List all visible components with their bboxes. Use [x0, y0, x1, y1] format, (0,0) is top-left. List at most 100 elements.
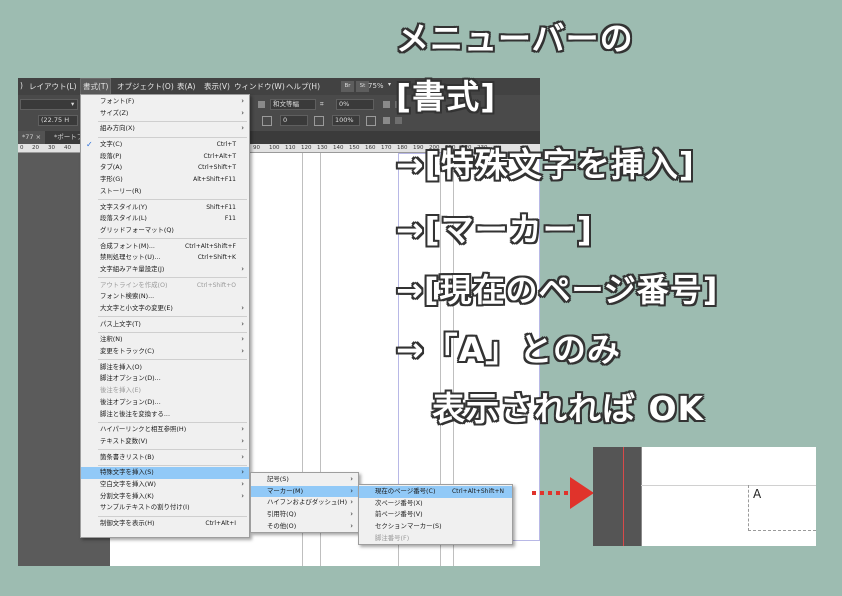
submenu-arrow-icon: › [350, 510, 353, 519]
menu-item-orientation[interactable]: 組み方向(X) › [81, 123, 249, 135]
swatch-icon[interactable] [383, 117, 390, 124]
menu-item-font[interactable]: フォント(F) › [81, 96, 249, 108]
menu-item-current-page-number[interactable]: 現在のページ番号(C) Ctrl+Alt+Shift+N [359, 486, 512, 498]
submenu-arrow-icon: › [241, 124, 244, 133]
menu-item-insert-white-space[interactable]: 空白文字を挿入(W) › [81, 479, 249, 491]
bridge-button[interactable]: Br [341, 81, 354, 92]
menu-item-insert-special-character[interactable]: 特殊文字を挿入(S) › [81, 467, 249, 479]
mojikumi-field[interactable]: 和文等幅 [270, 99, 316, 110]
annotation-line-2: [書式] [396, 77, 497, 116]
menu-item-paragraph-styles[interactable]: 段落スタイル(L) F11 [81, 213, 249, 225]
menu-object[interactable]: オブジェクト(O) [117, 81, 174, 92]
menu-separator [98, 449, 247, 451]
menu-separator [98, 464, 247, 466]
menu-item-insert-footnote[interactable]: 脚注を挿入(O) [81, 362, 249, 374]
menu-item-mojikumi[interactable]: 文字組みアキ量設定(J) › [81, 264, 249, 276]
menu-item-track-changes[interactable]: 変更をトラック(C) › [81, 346, 249, 358]
submenu-arrow-icon: › [241, 436, 244, 445]
menu-dropdown-arrow-icon[interactable]: ) [20, 81, 23, 90]
font-family-field[interactable] [20, 99, 78, 110]
menu-item-insert-break-character[interactable]: 分割文字を挿入(K) › [81, 491, 249, 503]
submenu-arrow-icon: › [350, 475, 353, 483]
submenu-arrow-icon: › [350, 521, 353, 530]
page-number-marker: A [753, 487, 762, 501]
menu-item-story[interactable]: ストーリー(R) [81, 186, 249, 198]
menu-item-composite-fonts[interactable]: 合成フォント(M)... Ctrl+Alt+Shift+F [81, 241, 249, 253]
annotation-line-6: →「A」とのみ [396, 330, 621, 369]
menu-view[interactable]: 表示(V) [204, 81, 230, 92]
menu-item-bulleted-lists[interactable]: 箇条書きリスト(B) › [81, 452, 249, 464]
page-number-preview: A [593, 447, 816, 546]
annotation-line-4: →[マーカー] [396, 210, 593, 249]
menu-item-footnote-number: 脚注番号(F) [375, 533, 410, 542]
menu-format[interactable]: 書式(T) [79, 78, 112, 95]
submenu-arrow-icon: › [241, 479, 244, 488]
submenu-arrow-icon: › [350, 486, 353, 495]
menu-item-glyphs[interactable]: 字形(G) Alt+Shift+F11 [81, 174, 249, 186]
menu-item-create-outlines: アウトラインを作成(O) Ctrl+Shift+O [100, 280, 236, 289]
menu-item-hyphens-dashes[interactable]: ハイフンおよびダッシュ(H) › [251, 497, 358, 509]
menu-item-convert-notes[interactable]: 脚注と後注を変換する... [81, 409, 249, 421]
menu-item-paragraph[interactable]: 段落(P) Ctrl+Alt+T [81, 151, 249, 163]
menu-item-symbols[interactable]: 記号(S) › [251, 474, 358, 486]
spacing-field[interactable]: 0% [336, 99, 374, 110]
menu-item-character-styles[interactable]: 文字スタイル(Y) Shift+F11 [81, 202, 249, 214]
submenu-arrow-icon: › [241, 468, 244, 477]
submenu-arrow-icon: › [241, 264, 244, 273]
submenu-arrow-icon: › [241, 425, 244, 434]
menu-item-find-font[interactable]: フォント検索(N)... [81, 291, 249, 303]
menu-item-previous-page-number[interactable]: 前ページ番号(V) [359, 509, 512, 521]
menu-item-show-hidden-characters[interactable]: 制御文字を表示(H) Ctrl+Alt+I [81, 518, 249, 530]
submenu-arrow-icon: › [241, 319, 244, 328]
submenu-arrow-icon: › [241, 335, 244, 344]
menu-item-markers[interactable]: マーカー(M) › [251, 485, 358, 498]
zoom-dropdown-icon[interactable]: ▾ [388, 81, 391, 88]
scale-field[interactable]: 100% [332, 115, 360, 126]
menu-window[interactable]: ウィンドウ(W) [234, 81, 285, 92]
menu-separator [98, 277, 247, 279]
menu-item-text-variables[interactable]: テキスト変数(V) › [81, 436, 249, 448]
menu-item-notes[interactable]: 注釈(N) › [81, 334, 249, 346]
menu-table[interactable]: 表(A) [177, 81, 195, 92]
menu-item-grid-formats[interactable]: グリッドフォーマット(Q) [81, 225, 249, 237]
leading-field[interactable]: (22.75 H [38, 115, 78, 126]
menu-layout[interactable]: レイアウト(L) [29, 81, 77, 92]
align-icon[interactable] [262, 116, 272, 126]
menu-item-size[interactable]: サイズ(Z) › [81, 108, 249, 120]
baseline-field[interactable]: 0 [280, 115, 308, 126]
swatch-icon[interactable] [395, 117, 402, 124]
zoom-level[interactable]: 75% [368, 82, 384, 90]
menu-item-endnote-options[interactable]: 後注オプション(D)... [81, 397, 249, 409]
pasteboard-strip [593, 447, 641, 546]
dropdown-icon[interactable]: ▾ [71, 100, 74, 108]
menu-item-type-on-path[interactable]: パス上文字(T) › [81, 319, 249, 331]
submenu-arrow-icon: › [241, 304, 244, 312]
menu-item-quotation-marks[interactable]: 引用符(Q) › [251, 509, 358, 521]
checkmark-icon: ✓ [86, 140, 93, 150]
menu-separator [98, 421, 247, 423]
menu-item-fill-placeholder-text[interactable]: サンプルテキストの割り付け(I) [81, 502, 249, 514]
menu-separator [98, 515, 247, 517]
close-icon[interactable]: × [36, 133, 41, 141]
annotation-line-1: メニューバーの [396, 19, 634, 58]
skew-icon[interactable] [314, 116, 324, 126]
menu-item-character[interactable]: ✓ 文字(C) Ctrl+T [81, 139, 249, 151]
bleed-guide [623, 447, 624, 546]
menu-item-hyperlinks[interactable]: ハイパーリンクと相互参照(H) › [81, 424, 249, 436]
format-menu: フォント(F) › サイズ(Z) › 組み方向(X) › ✓ 文字(C) Ctrl+T 段… [80, 94, 250, 538]
fill-icon[interactable] [383, 101, 390, 108]
submenu-arrow-icon: › [241, 108, 244, 117]
menu-separator [98, 120, 247, 122]
menu-item-footnote-options[interactable]: 脚注オプション(D)... [81, 373, 249, 385]
menu-help[interactable]: ヘルプ(H) [286, 81, 320, 92]
menu-item-change-case[interactable]: 大文字と小文字の変更(E) › [81, 303, 249, 315]
rotate-icon[interactable] [366, 116, 376, 126]
tab-document[interactable]: *77 × [18, 131, 46, 144]
arrow-icon [532, 477, 594, 509]
menu-item-tabs[interactable]: タブ(A) Ctrl+Shift+T [81, 162, 249, 174]
menu-item-kinsoku-sets[interactable]: 禁則処理セット(U)... Ctrl+Shift+K [81, 252, 249, 264]
menu-item-other[interactable]: その他(O) › [251, 521, 358, 533]
menu-item-section-marker[interactable]: セクションマーカー(S) [359, 521, 512, 533]
menu-item-next-page-number[interactable]: 次ページ番号(X) [359, 498, 512, 510]
submenu-arrow-icon: › [350, 498, 353, 507]
